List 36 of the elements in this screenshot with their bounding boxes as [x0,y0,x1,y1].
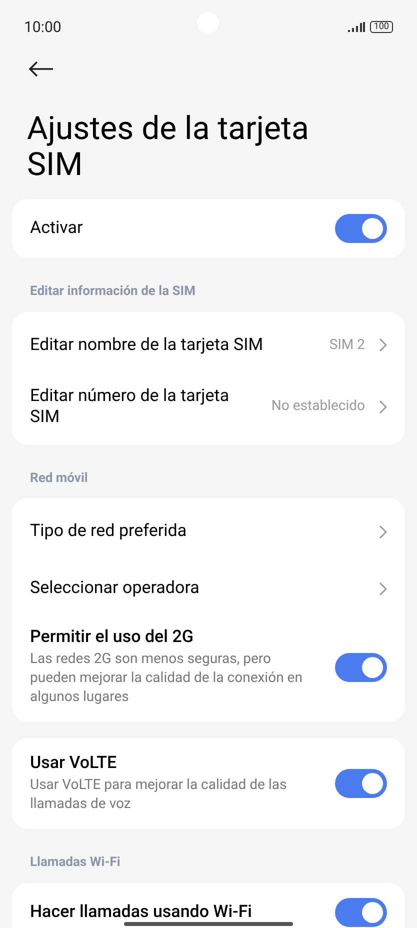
row-label: Tipo de red preferida [30,521,188,542]
settings-row[interactable]: Usar VoLTE Usar VoLTE para mejorar la calidad de las llamadas de voz [12,743,405,824]
toggle-switch[interactable] [335,214,387,243]
row-label: Seleccionar operadora [30,578,200,599]
settings-row[interactable]: Permitir el uso del 2G Las redes 2G son menos seguras, pero pueden mejorar la calidad de la conexión en algunos lugares [12,617,405,717]
row-label: Usar VoLTE [30,753,118,774]
settings-row[interactable]: Editar nombre de la tarjeta SIM SIM 2 [12,316,405,374]
chevron-right-icon [379,400,387,414]
page-title: Ajustes de la tarjeta SIM [26,110,310,182]
row-description: Usar VoLTE para mejorar la calidad de las llamadas de voz [30,776,288,814]
row-description: Las redes 2G son menos seguras, pero pueden mejorar la calidad de la conexión en algunos lugares [30,650,304,707]
toggle-switch[interactable] [335,898,387,926]
chevron-right-icon [379,524,387,538]
section-header: Llamadas Wi-Fi [29,854,122,872]
signal-icon [348,22,366,32]
back-icon[interactable] [28,61,54,77]
settings-row[interactable]: Activar [12,204,405,253]
chevron-right-icon [379,338,387,352]
row-value: No establecido [271,397,365,416]
settings-row[interactable]: Tipo de red preferida [12,503,405,560]
toggle-switch[interactable] [335,769,387,798]
row-label: Activar [30,218,84,239]
battery-indicator: 100 [370,21,393,33]
chevron-right-icon [379,582,387,596]
row-value: SIM 2 [329,336,365,354]
section-header: Editar información de la SIM [29,283,196,301]
row-label: Hacer llamadas usando Wi-Fi [30,902,254,922]
row-label: Editar nombre de la tarjeta SIM [30,334,264,356]
toggle-switch[interactable] [335,652,387,682]
settings-row[interactable]: Seleccionar operadora [12,560,405,617]
section-header: Red móvil [29,470,89,488]
settings-row[interactable]: Hacer llamadas usando Wi-Fi [12,888,405,928]
settings-row[interactable]: Editar número de la tarjeta SIM No establecido [12,374,405,440]
status-time: 10:00 [24,16,62,38]
row-label: Permitir el uso del 2G [30,627,194,648]
row-label: Editar número de la tarjeta SIM [30,386,230,428]
